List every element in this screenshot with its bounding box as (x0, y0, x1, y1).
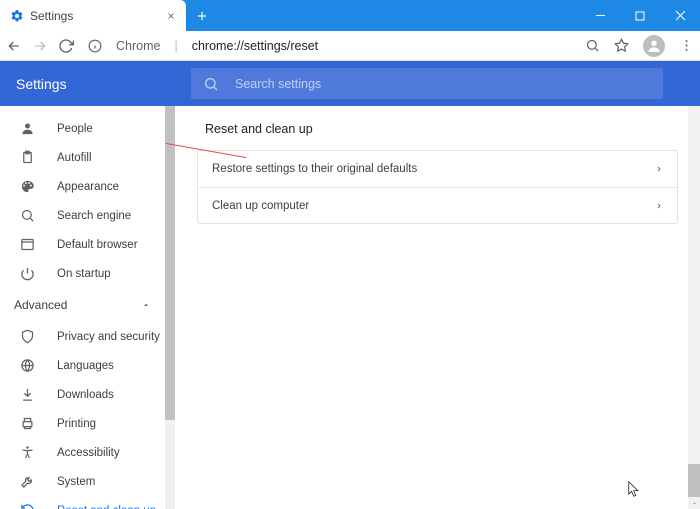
window-titlebar: Settings (0, 0, 700, 31)
sidebar-item-printing[interactable]: Printing (0, 409, 175, 438)
palette-icon (20, 179, 35, 194)
sidebar-scrollbar-thumb[interactable] (165, 106, 175, 420)
sidebar-item-label: Accessibility (57, 447, 120, 459)
address-url[interactable]: chrome://settings/reset (192, 39, 318, 53)
chevron-right-icon (655, 165, 663, 173)
window-controls (580, 0, 700, 31)
back-icon[interactable] (6, 38, 22, 54)
address-separator: | (174, 39, 177, 53)
search-icon (20, 208, 35, 223)
sidebar-item-label: Reset and clean up (57, 505, 156, 509)
sidebar-section-label: Advanced (14, 298, 67, 312)
sidebar-item-default-browser[interactable]: Default browser (0, 230, 175, 259)
sidebar-item-label: Downloads (57, 389, 114, 401)
tab-title: Settings (30, 9, 160, 23)
sidebar-item-system[interactable]: System (0, 467, 175, 496)
sidebar-item-accessibility[interactable]: Accessibility (0, 438, 175, 467)
person-icon (20, 121, 35, 136)
row-label: Clean up computer (212, 200, 309, 212)
address-bar: Chrome | chrome://settings/reset (0, 31, 700, 61)
sidebar-item-label: Search engine (57, 210, 131, 222)
sidebar-item-search-engine[interactable]: Search engine (0, 201, 175, 230)
printer-icon (20, 416, 35, 431)
profile-avatar[interactable] (643, 35, 665, 57)
address-origin: Chrome (116, 39, 160, 53)
power-icon (20, 266, 35, 281)
gear-icon (10, 9, 24, 23)
sidebar-item-languages[interactable]: Languages (0, 351, 175, 380)
content-scrollbar-down[interactable] (688, 497, 700, 509)
plus-icon (195, 9, 209, 23)
chevron-up-icon (141, 300, 151, 310)
sidebar-item-label: Default browser (57, 239, 138, 251)
close-icon[interactable] (166, 11, 176, 21)
maximize-button[interactable] (620, 0, 660, 31)
browser-tab[interactable]: Settings (0, 0, 186, 31)
search-icon (203, 76, 219, 92)
settings-content: Reset and clean up Restore settings to t… (175, 106, 700, 509)
restore-icon (20, 503, 35, 509)
globe-icon (20, 358, 35, 373)
sidebar-item-privacy[interactable]: Privacy and security (0, 322, 175, 351)
settings-sidebar: People Autofill Appearance Search engine… (0, 106, 175, 509)
settings-header: Settings (0, 61, 700, 106)
sidebar-item-appearance[interactable]: Appearance (0, 172, 175, 201)
settings-title: Settings (16, 76, 191, 92)
forward-icon[interactable] (32, 38, 48, 54)
sidebar-item-label: Printing (57, 418, 96, 430)
sidebar-item-autofill[interactable]: Autofill (0, 143, 175, 172)
row-clean-up-computer[interactable]: Clean up computer (198, 187, 677, 223)
sidebar-item-label: Languages (57, 360, 114, 372)
settings-search[interactable] (191, 68, 663, 99)
row-label: Restore settings to their original defau… (212, 163, 417, 175)
browser-icon (20, 237, 35, 252)
new-tab-button[interactable] (186, 0, 218, 31)
sidebar-section-advanced[interactable]: Advanced (0, 288, 175, 322)
sidebar-item-label: System (57, 476, 95, 488)
sidebar-item-on-startup[interactable]: On startup (0, 259, 175, 288)
content-scrollbar-thumb[interactable] (688, 464, 700, 497)
sidebar-item-downloads[interactable]: Downloads (0, 380, 175, 409)
search-icon[interactable] (585, 38, 600, 53)
reload-icon[interactable] (58, 38, 74, 54)
chevron-right-icon (655, 202, 663, 210)
mouse-cursor (628, 481, 642, 499)
sidebar-item-label: Autofill (57, 152, 92, 164)
sidebar-item-label: People (57, 123, 93, 135)
content-scrollbar-track[interactable] (688, 106, 700, 509)
settings-search-input[interactable] (235, 77, 651, 91)
minimize-button[interactable] (580, 0, 620, 31)
sidebar-item-label: Privacy and security (57, 331, 160, 343)
row-restore-defaults[interactable]: Restore settings to their original defau… (198, 151, 677, 187)
accessibility-icon (20, 445, 35, 460)
sidebar-item-label: On startup (57, 268, 111, 280)
wrench-icon (20, 474, 35, 489)
sidebar-item-reset[interactable]: Reset and clean up (0, 496, 175, 509)
info-icon[interactable] (88, 39, 102, 53)
download-icon (20, 387, 35, 402)
sidebar-item-label: Appearance (57, 181, 119, 193)
star-icon[interactable] (614, 38, 629, 53)
close-window-button[interactable] (660, 0, 700, 31)
shield-icon (20, 329, 35, 344)
section-title: Reset and clean up (205, 122, 678, 136)
sidebar-item-people[interactable]: People (0, 114, 175, 143)
settings-card: Restore settings to their original defau… (197, 150, 678, 224)
clipboard-icon (20, 150, 35, 165)
menu-icon[interactable] (679, 38, 694, 53)
